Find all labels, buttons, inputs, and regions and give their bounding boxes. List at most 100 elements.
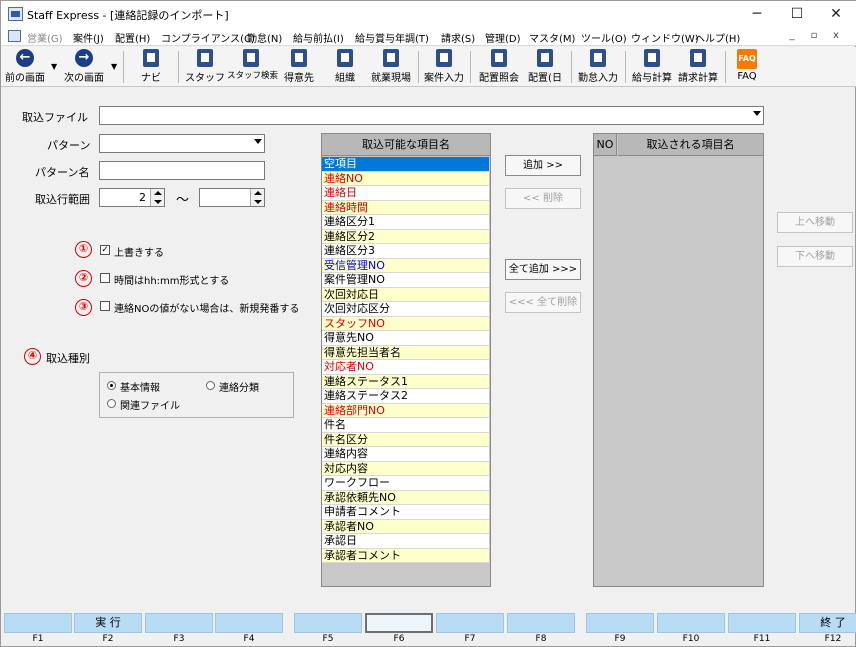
menu-kyuyo-shoyo[interactable]: 給与賞与年調(T) [355, 30, 429, 45]
remove-all-button[interactable]: <<< 全て削除 [505, 292, 581, 313]
import-file-combobox[interactable] [99, 106, 764, 125]
menu-eigyo[interactable]: 営業(G) [27, 30, 63, 45]
organization-button[interactable]: 組織 [323, 49, 367, 85]
list-item[interactable]: 連絡区分1 [322, 215, 489, 230]
menu-haichi[interactable]: 配置(H) [115, 30, 150, 45]
add-all-button[interactable]: 全て追加 >>> [505, 259, 581, 280]
radio-related-file[interactable] [107, 399, 116, 408]
maximize-button[interactable]: ☐ [777, 1, 817, 28]
list-item[interactable]: 申請者コメント [322, 505, 489, 520]
chevron-down-icon[interactable] [753, 111, 761, 116]
fkey-f9-label: F9 [614, 634, 626, 644]
mdi-restore-button[interactable]: ▫ [805, 29, 823, 44]
list-item[interactable]: 件名区分 [322, 432, 489, 447]
menu-kanri[interactable]: 管理(D) [485, 30, 521, 45]
client-button[interactable]: 得意先 [277, 49, 321, 85]
payroll-calc-button[interactable]: 給与計算 [629, 49, 675, 85]
pattern-combobox[interactable] [99, 134, 265, 153]
menu-seikyu[interactable]: 請求(S) [441, 30, 475, 45]
staff-search-button[interactable]: スタッフ検索 [227, 49, 278, 85]
add-button[interactable]: 追加 >> [505, 155, 581, 176]
menu-help[interactable]: ヘルプ(H) [695, 30, 740, 45]
list-item[interactable]: 連絡内容 [322, 447, 489, 462]
menu-tool[interactable]: ツール(O) [581, 30, 627, 45]
navi-button[interactable]: ナビ [129, 49, 173, 85]
fkey-f3-button[interactable] [145, 613, 213, 633]
forward-button[interactable]: → 次の画面 [61, 49, 107, 85]
radio-contact-category[interactable] [206, 381, 215, 390]
fkey-f6-button[interactable] [365, 613, 433, 633]
list-item[interactable]: 承認日 [322, 534, 489, 549]
menu-master[interactable]: マスタ(M) [529, 30, 575, 45]
mdi-minimize-button[interactable]: _ [783, 29, 801, 44]
list-item[interactable]: 対応者NO [322, 360, 489, 375]
list-item[interactable]: スタッフNO [322, 316, 489, 331]
back-button[interactable]: ← 前の画面 [3, 49, 47, 85]
list-item[interactable]: 件名 [322, 418, 489, 433]
spinner-arrows-icon[interactable] [150, 189, 164, 206]
fkey-f1-button[interactable] [4, 613, 72, 633]
row-to-spinner[interactable] [199, 188, 265, 207]
close-button[interactable]: ✕ [816, 1, 856, 28]
mdi-close-button[interactable]: x [827, 29, 845, 44]
list-item[interactable]: 空項目 [322, 157, 489, 172]
list-item[interactable]: 次回対応日 [322, 287, 489, 302]
fkey-f4-button[interactable] [215, 613, 283, 633]
row-from-spinner[interactable]: 2 [99, 188, 165, 207]
list-item[interactable]: 受信管理NO [322, 258, 489, 273]
menu-kyuyo-maebarai[interactable]: 給与前払(I) [293, 30, 344, 45]
available-items-list[interactable]: 取込可能な項目名 空項目 連絡NO 連絡日 連絡時間 連絡区分1 連絡区分2 連絡区分3 受信… [321, 133, 491, 587]
chevron-down-icon[interactable] [254, 139, 262, 144]
placement-inquiry-button[interactable]: 配置照会 [475, 49, 523, 85]
list-item[interactable]: 連絡ステータス2 [322, 389, 489, 404]
faq-button[interactable]: FAQ FAQ [729, 49, 765, 85]
attendance-entry-button[interactable]: 勤怠入力 [575, 49, 621, 85]
placement-daily-button[interactable]: 配置(日 [523, 49, 567, 85]
fkey-f11-button[interactable] [728, 613, 796, 633]
list-item[interactable]: 承認者コメント [322, 548, 489, 563]
list-item[interactable]: 連絡NO [322, 171, 489, 186]
list-item[interactable]: 得意先担当者名 [322, 345, 489, 360]
worksite-button[interactable]: 就業現場 [367, 49, 415, 85]
minimize-button[interactable]: ─ [737, 1, 777, 28]
list-item[interactable]: 得意先NO [322, 331, 489, 346]
chevron-down-icon[interactable]: ▼ [51, 62, 57, 71]
list-item[interactable]: ワークフロー [322, 476, 489, 491]
menu-kintai[interactable]: 勤怠(N) [247, 30, 282, 45]
remove-button[interactable]: << 削除 [505, 188, 581, 209]
selected-items-list[interactable]: NO 取込される項目名 [593, 133, 764, 587]
list-item[interactable]: 連絡時間 [322, 200, 489, 215]
case-entry-button[interactable]: 案件入力 [421, 49, 467, 85]
list-item[interactable]: 案件管理NO [322, 273, 489, 288]
radio-basic-info[interactable] [107, 381, 116, 390]
list-item[interactable]: 連絡区分2 [322, 229, 489, 244]
list-item[interactable]: 次回対応区分 [322, 302, 489, 317]
menu-anken[interactable]: 案件(J) [73, 30, 104, 45]
move-down-button[interactable]: 下へ移動 [777, 246, 853, 267]
fkey-f8-button[interactable] [507, 613, 575, 633]
fkey-f9-button[interactable] [586, 613, 654, 633]
list-item[interactable]: 対応内容 [322, 461, 489, 476]
time-format-checkbox[interactable] [100, 273, 110, 283]
fkey-f7-button[interactable] [436, 613, 504, 633]
staff-button[interactable]: スタッフ [183, 49, 227, 85]
new-number-checkbox[interactable] [100, 301, 110, 311]
overwrite-checkbox[interactable]: ✓ [100, 245, 110, 255]
list-item[interactable]: 連絡ステータス1 [322, 374, 489, 389]
pattern-name-input[interactable] [99, 161, 265, 180]
billing-calc-button[interactable]: 請求計算 [675, 49, 721, 85]
list-item[interactable]: 連絡区分3 [322, 244, 489, 259]
chevron-down-icon[interactable]: ▼ [111, 62, 117, 71]
fkey-f2-button[interactable]: 実 行 [74, 613, 142, 633]
spinner-arrows-icon[interactable] [250, 189, 264, 206]
menu-window[interactable]: ウィンドウ(W) [631, 30, 699, 45]
list-item[interactable]: 承認者NO [322, 519, 489, 534]
move-up-button[interactable]: 上へ移動 [777, 212, 853, 233]
fkey-f5-button[interactable] [294, 613, 362, 633]
list-item[interactable]: 連絡部門NO [322, 403, 489, 418]
list-item[interactable]: 連絡日 [322, 186, 489, 201]
fkey-f12-button[interactable]: 終 了 [799, 613, 856, 633]
fkey-f10-button[interactable] [657, 613, 725, 633]
menu-compliance[interactable]: コンプライアンス(C) [161, 30, 255, 45]
list-item[interactable]: 承認依頼先NO [322, 490, 489, 505]
